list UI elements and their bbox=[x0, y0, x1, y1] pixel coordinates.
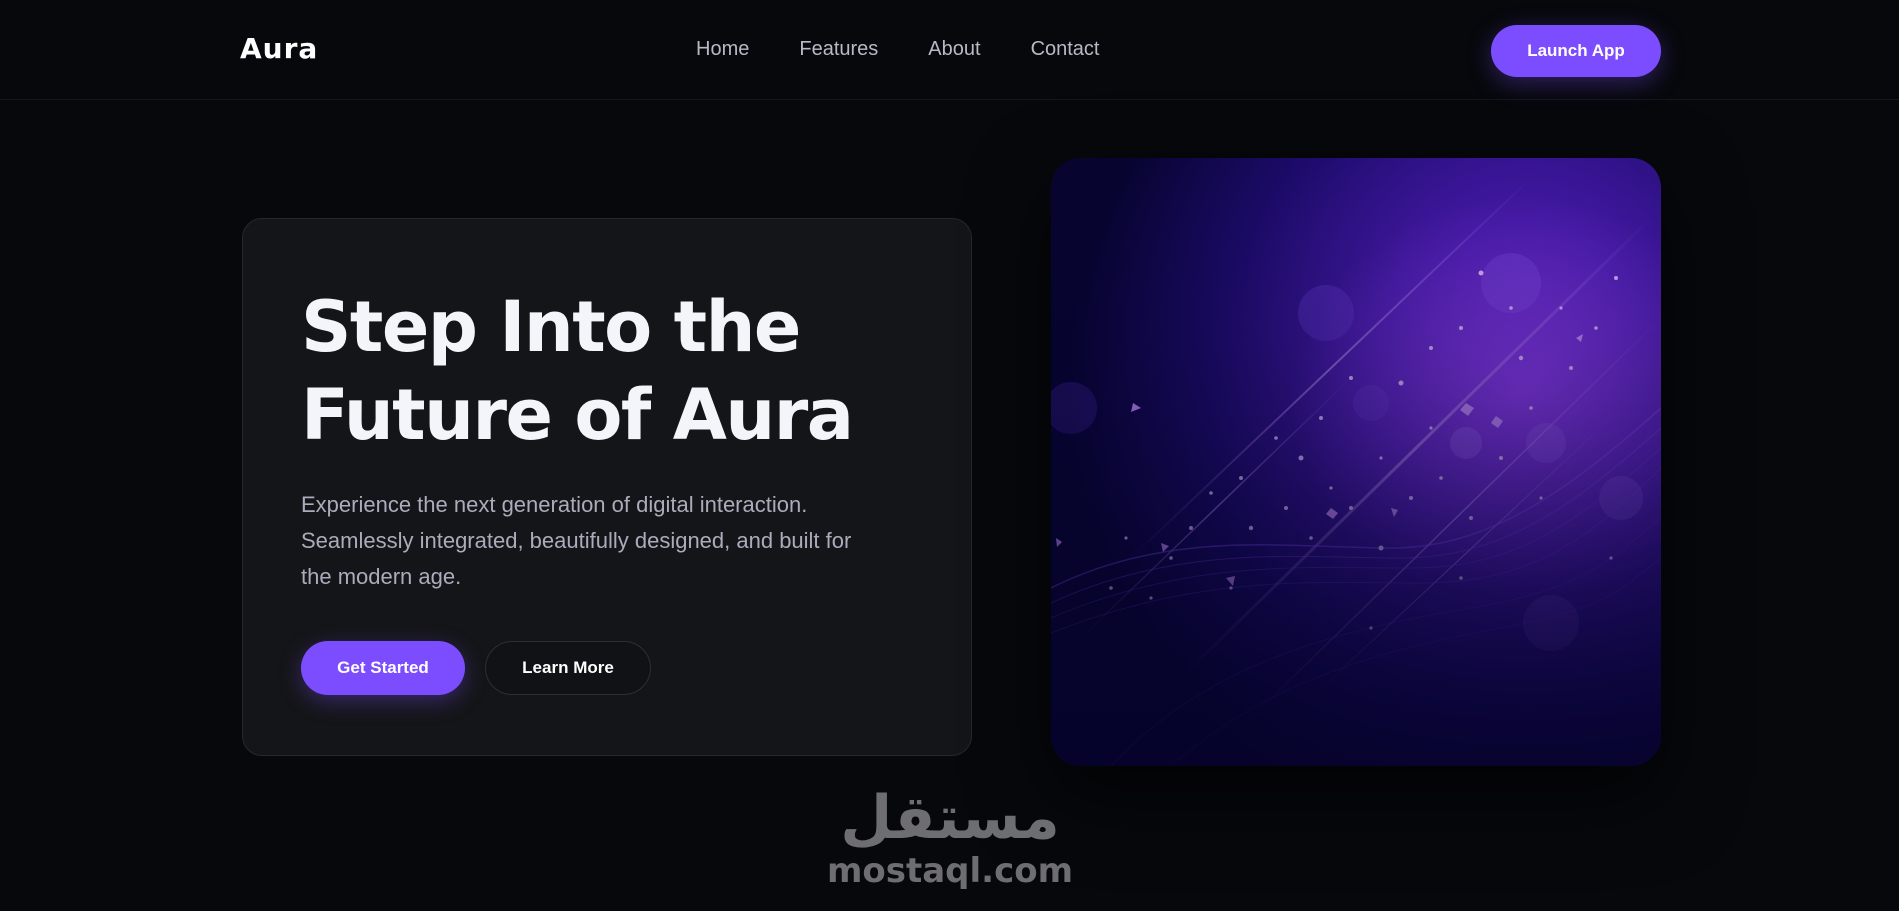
hero-title: Step Into the Future of Aura bbox=[301, 283, 941, 459]
nav-link-about[interactable]: About bbox=[928, 38, 980, 61]
launch-app-button[interactable]: Launch App bbox=[1491, 25, 1661, 77]
hero-subtitle-line-1: Experience the next generation of digita… bbox=[301, 492, 808, 517]
hero-subtitle-line-2: Seamlessly integrated, beautifully desig… bbox=[301, 528, 852, 553]
hero-subtitle-line-3: the modern age. bbox=[301, 564, 462, 589]
hero-title-line-1: Step Into the bbox=[301, 286, 801, 368]
cosmic-particles-illustration bbox=[1051, 158, 1661, 766]
watermark-latin-text: mostaql.com bbox=[826, 851, 1074, 891]
watermark-arabic-text: مستقل bbox=[840, 783, 1060, 853]
mostaql-watermark: مستقل mostaql.com bbox=[820, 785, 1080, 895]
get-started-button[interactable]: Get Started bbox=[301, 641, 465, 695]
hero-image bbox=[1051, 158, 1661, 766]
learn-more-button[interactable]: Learn More bbox=[485, 641, 651, 695]
nav-links: Home Features About Contact bbox=[696, 38, 1100, 61]
hero-subtitle: Experience the next generation of digita… bbox=[301, 487, 901, 595]
brand-logo[interactable]: Aura bbox=[240, 32, 318, 65]
hero-card: Step Into the Future of Aura Experience … bbox=[242, 218, 972, 756]
nav-link-home[interactable]: Home bbox=[696, 38, 749, 61]
nav-link-contact[interactable]: Contact bbox=[1031, 38, 1100, 61]
nav-link-features[interactable]: Features bbox=[799, 38, 878, 61]
hero-title-line-2: Future of Aura bbox=[301, 374, 854, 456]
top-navbar: Aura Home Features About Contact Launch … bbox=[0, 0, 1899, 100]
